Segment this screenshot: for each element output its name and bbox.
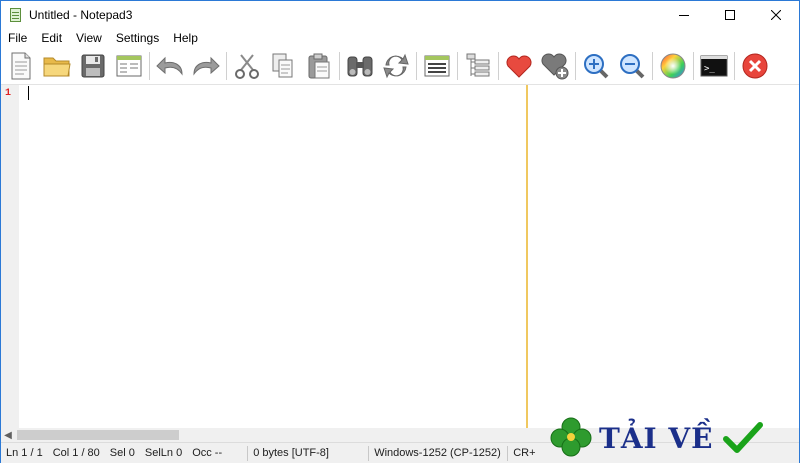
- line-number: 1: [5, 88, 12, 99]
- redo-icon: [193, 56, 220, 76]
- browse-icon: [116, 55, 142, 77]
- save-icon: [81, 54, 105, 78]
- maximize-icon: [725, 10, 735, 20]
- window-title: Untitled - Notepad3: [29, 8, 133, 22]
- zoom-out-icon: [620, 54, 645, 79]
- toolbar-separator: [575, 52, 576, 80]
- zoom-out-button[interactable]: [616, 50, 648, 82]
- word-wrap-button[interactable]: [421, 50, 453, 82]
- copy-button[interactable]: [267, 50, 299, 82]
- open-button[interactable]: [41, 50, 73, 82]
- close-button[interactable]: [753, 1, 799, 29]
- word-wrap-icon: [424, 55, 450, 77]
- toolbar-separator: [498, 52, 499, 80]
- cut-icon: [235, 54, 259, 79]
- checkmark-icon: [723, 422, 764, 453]
- favorites-button[interactable]: [503, 50, 535, 82]
- undo-button[interactable]: [154, 50, 186, 82]
- replace-button[interactable]: [380, 50, 412, 82]
- menu-edit[interactable]: Edit: [34, 29, 69, 48]
- menu-settings[interactable]: Settings: [109, 29, 166, 48]
- zoom-in-icon: [584, 54, 609, 79]
- toolbar-separator: [734, 52, 735, 80]
- clover-icon: [550, 417, 592, 457]
- new-file-button[interactable]: [5, 50, 37, 82]
- status-column: Col 1 / 80: [52, 446, 100, 459]
- save-button[interactable]: [77, 50, 109, 82]
- redo-button[interactable]: [190, 50, 222, 82]
- color-scheme-button[interactable]: [657, 50, 689, 82]
- cut-button[interactable]: [231, 50, 263, 82]
- watermark-text: TẢI VỀ: [599, 421, 714, 455]
- tree-view-button[interactable]: [462, 50, 494, 82]
- add-favorite-button[interactable]: [539, 50, 571, 82]
- status-file-size: 0 bytes [UTF-8]: [253, 446, 329, 459]
- favorites-icon: [506, 55, 532, 78]
- scrollbar-thumb[interactable]: [17, 430, 179, 440]
- window-controls: [661, 1, 799, 29]
- toolbar-separator: [457, 52, 458, 80]
- notepad-window: Untitled - Notepad3 File Edit View Setti…: [0, 0, 800, 463]
- status-line: Ln 1 / 1: [6, 446, 43, 459]
- toolbar-separator: [149, 52, 150, 80]
- copy-icon: [272, 53, 293, 78]
- notepad-app-icon: [9, 7, 23, 23]
- status-selection: Sel 0: [109, 446, 135, 459]
- toolbar-separator: [693, 52, 694, 80]
- toolbar-separator: [339, 52, 340, 80]
- command-prompt-icon: >_: [700, 55, 728, 77]
- menu-bar: File Edit View Settings Help: [1, 29, 799, 48]
- replace-icon: [383, 53, 409, 79]
- svg-text:>_: >_: [704, 64, 715, 74]
- status-occurrences: Occ --: [192, 446, 223, 459]
- new-file-icon: [11, 52, 31, 80]
- text-caret: [28, 86, 29, 100]
- title-bar: Untitled - Notepad3: [1, 1, 799, 29]
- color-scheme-icon: [660, 53, 686, 79]
- toolbar: >_: [1, 48, 799, 84]
- toolbar-separator: [416, 52, 417, 80]
- menu-file[interactable]: File: [1, 29, 34, 48]
- status-selected-lines: SelLn 0: [144, 446, 183, 459]
- paste-icon: [308, 53, 330, 79]
- menu-view[interactable]: View: [69, 29, 109, 48]
- long-line-marker: [526, 85, 528, 429]
- exit-icon: [742, 53, 768, 79]
- status-line-ending[interactable]: CR+: [508, 443, 540, 463]
- maximize-button[interactable]: [707, 1, 753, 29]
- menu-help[interactable]: Help: [166, 29, 205, 48]
- open-folder-icon: [43, 57, 71, 77]
- toolbar-separator: [652, 52, 653, 80]
- toolbar-separator: [226, 52, 227, 80]
- find-icon: [347, 56, 373, 77]
- taive-watermark: TẢI VỀ: [549, 413, 795, 463]
- status-encoding[interactable]: Windows-1252 (CP-1252): [369, 443, 507, 463]
- exit-button[interactable]: [739, 50, 771, 82]
- paste-button[interactable]: [303, 50, 335, 82]
- text-editor[interactable]: 1: [1, 84, 799, 429]
- zoom-in-button[interactable]: [580, 50, 612, 82]
- minimize-icon: [679, 15, 689, 16]
- find-button[interactable]: [344, 50, 376, 82]
- browse-button[interactable]: [113, 50, 145, 82]
- close-icon: [771, 10, 781, 20]
- tree-view-icon: [466, 53, 490, 77]
- command-prompt-button[interactable]: >_: [698, 50, 730, 82]
- scroll-left-icon[interactable]: ◀: [3, 430, 13, 441]
- add-favorite-icon: [541, 53, 569, 80]
- line-number-gutter: 1: [1, 85, 19, 429]
- minimize-button[interactable]: [661, 1, 707, 29]
- undo-icon: [156, 56, 183, 76]
